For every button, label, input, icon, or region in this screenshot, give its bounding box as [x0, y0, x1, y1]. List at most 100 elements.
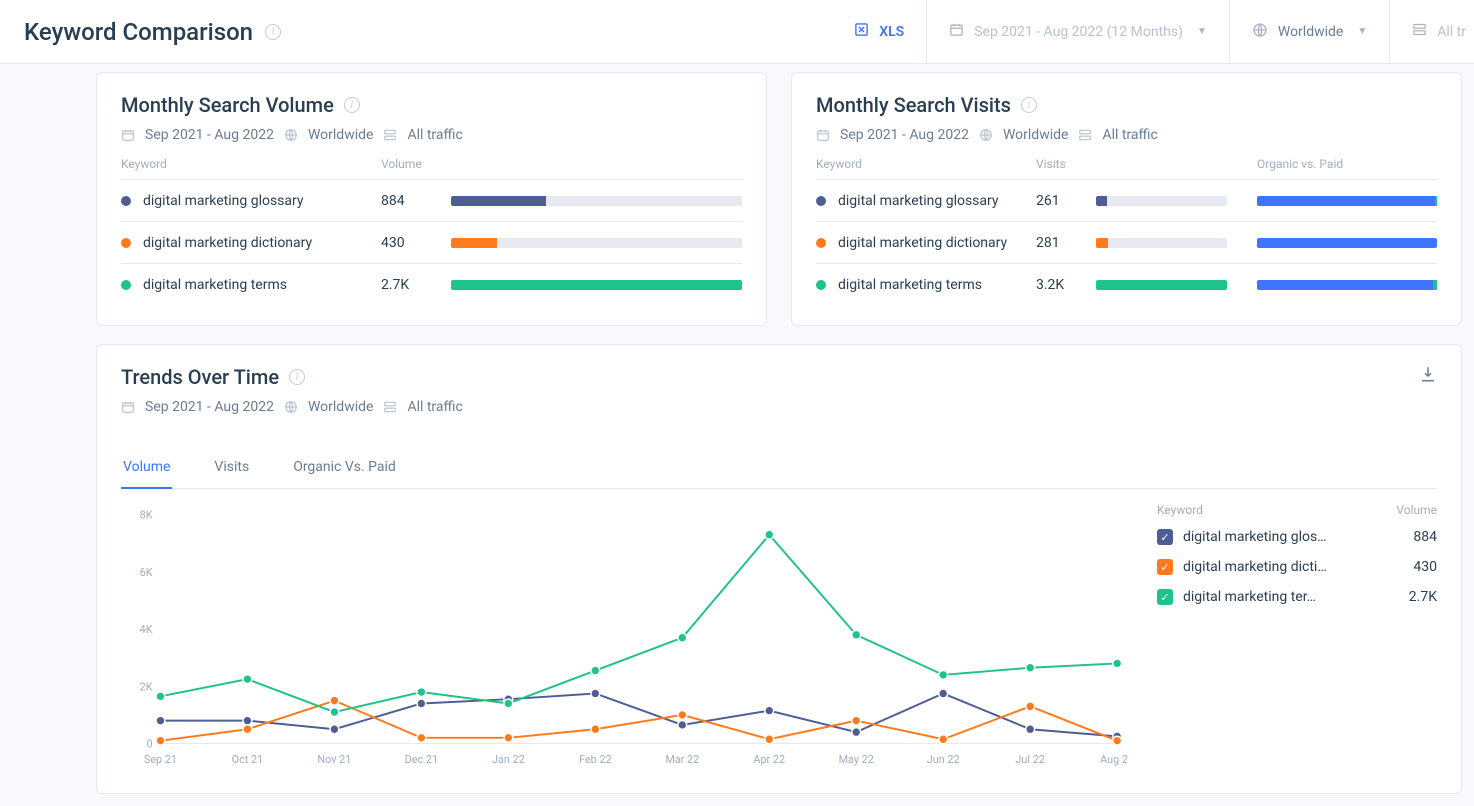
bar-cell	[1096, 280, 1227, 290]
legend-item[interactable]: ✓ digital marketing glos… 884	[1157, 529, 1437, 545]
globe-icon	[284, 128, 298, 142]
legend-item[interactable]: ✓ digital marketing ter… 2.7K	[1157, 589, 1437, 605]
keyword-cell: digital marketing terms	[816, 277, 1036, 293]
table-row: digital marketing dictionary 281	[816, 221, 1437, 263]
tab-volume[interactable]: Volume	[121, 447, 172, 489]
svg-text:4K: 4K	[140, 623, 153, 636]
value-cell: 430	[381, 235, 451, 251]
series-dot	[121, 238, 131, 248]
keyword-label: digital marketing dictionary	[838, 235, 1007, 251]
svg-text:2K: 2K	[140, 680, 153, 693]
table-row: digital marketing glossary 261	[816, 179, 1437, 221]
col-header-organic-paid: Organic vs. Paid	[1257, 157, 1437, 171]
tab-visits[interactable]: Visits	[212, 447, 251, 488]
value-cell: 261	[1036, 193, 1096, 209]
traffic-dropdown[interactable]: All tr	[1389, 0, 1474, 64]
svg-text:Nov 21: Nov 21	[317, 753, 351, 766]
info-icon[interactable]: i	[344, 97, 360, 113]
keyword-label: digital marketing glossary	[143, 193, 304, 209]
keyword-cell: digital marketing glossary	[816, 193, 1036, 209]
meta-date: Sep 2021 - Aug 2022	[840, 127, 969, 143]
table-row: digital marketing dictionary 430	[121, 221, 742, 263]
download-icon[interactable]	[1419, 365, 1437, 387]
globe-icon	[1252, 22, 1268, 42]
meta-traffic: All traffic	[407, 127, 462, 143]
organic-paid-cell	[1257, 280, 1437, 290]
traffic-icon	[383, 128, 397, 142]
keyword-cell: digital marketing terms	[121, 277, 381, 293]
svg-text:Sep 21: Sep 21	[144, 753, 177, 766]
keyword-label: digital marketing terms	[143, 277, 287, 293]
keyword-label: digital marketing glossary	[838, 193, 999, 209]
globe-icon	[979, 128, 993, 142]
legend-checkbox[interactable]: ✓	[1157, 589, 1173, 605]
meta-traffic: All traffic	[407, 399, 462, 415]
card-title: Monthly Search Visits	[816, 93, 1011, 117]
series-dot	[816, 238, 826, 248]
legend-label: digital marketing ter…	[1183, 589, 1399, 605]
series-dot	[816, 196, 826, 206]
calendar-icon	[949, 22, 964, 41]
traffic-icon	[1412, 22, 1427, 41]
export-xls-button[interactable]: XLS	[832, 0, 926, 64]
date-range-label: Sep 2021 - Aug 2022 (12 Months)	[974, 24, 1183, 40]
region-dropdown[interactable]: Worldwide ▼	[1229, 0, 1389, 64]
legend-value: 884	[1413, 529, 1437, 545]
bar-cell	[1096, 238, 1227, 248]
trends-line-chart: 02K4K6K8KSep 21Oct 21Nov 21Dec 21Jan 22F…	[121, 503, 1127, 773]
meta-region: Worldwide	[1003, 127, 1068, 143]
calendar-icon	[121, 400, 135, 414]
traffic-icon	[383, 400, 397, 414]
meta-date: Sep 2021 - Aug 2022	[145, 399, 274, 415]
table-row: digital marketing terms 3.2K	[816, 263, 1437, 305]
keyword-label: digital marketing terms	[838, 277, 982, 293]
trends-tabs: Volume Visits Organic Vs. Paid	[121, 447, 1437, 489]
svg-text:Oct 21: Oct 21	[232, 753, 264, 766]
globe-icon	[284, 400, 298, 414]
keyword-cell: digital marketing glossary	[121, 193, 381, 209]
svg-text:Dec 21: Dec 21	[405, 753, 438, 766]
date-range-dropdown[interactable]: Sep 2021 - Aug 2022 (12 Months) ▼	[926, 0, 1229, 64]
value-cell: 3.2K	[1036, 277, 1096, 293]
svg-text:8K: 8K	[140, 509, 153, 522]
info-icon[interactable]: i	[1021, 97, 1037, 113]
info-icon[interactable]: i	[289, 369, 305, 385]
card-meta: Sep 2021 - Aug 2022 Worldwide All traffi…	[121, 127, 742, 143]
region-label: Worldwide	[1278, 24, 1343, 40]
legend-item[interactable]: ✓ digital marketing dicti… 430	[1157, 559, 1437, 575]
traffic-label: All tr	[1437, 24, 1466, 40]
legend-checkbox[interactable]: ✓	[1157, 559, 1173, 575]
info-icon[interactable]: i	[265, 24, 281, 40]
legend-label: digital marketing dicti…	[1183, 559, 1403, 575]
chevron-down-icon: ▼	[1357, 26, 1367, 37]
svg-text:Jul 22: Jul 22	[1015, 753, 1044, 766]
keyword-cell: digital marketing dictionary	[816, 235, 1036, 251]
series-dot	[816, 280, 826, 290]
card-title: Monthly Search Volume	[121, 93, 334, 117]
keyword-label: digital marketing dictionary	[143, 235, 312, 251]
svg-text:6K: 6K	[140, 566, 153, 579]
legend-value: 2.7K	[1409, 589, 1437, 605]
legend-header-keyword: Keyword	[1157, 503, 1203, 517]
monthly-search-volume-card: Monthly Search Volume i Sep 2021 - Aug 2…	[96, 72, 767, 326]
series-dot	[121, 196, 131, 206]
meta-traffic: All traffic	[1102, 127, 1157, 143]
tab-organic-vs-paid[interactable]: Organic Vs. Paid	[291, 447, 398, 488]
legend-label: digital marketing glos…	[1183, 529, 1403, 545]
bar-cell	[451, 196, 742, 206]
bar-cell	[1096, 196, 1227, 206]
calendar-icon	[121, 128, 135, 142]
col-header-keyword: Keyword	[816, 157, 1036, 171]
legend-checkbox[interactable]: ✓	[1157, 529, 1173, 545]
xls-icon	[854, 22, 869, 41]
meta-date: Sep 2021 - Aug 2022	[145, 127, 274, 143]
meta-region: Worldwide	[308, 399, 373, 415]
svg-text:Jun 22: Jun 22	[927, 753, 960, 766]
legend-header-value: Volume	[1396, 503, 1437, 517]
table-header: Keyword Volume	[121, 157, 742, 179]
chart-legend: Keyword Volume ✓ digital marketing glos……	[1157, 503, 1437, 773]
col-header-keyword: Keyword	[121, 157, 381, 171]
svg-text:Aug 22: Aug 22	[1100, 753, 1127, 766]
series-dot	[121, 280, 131, 290]
meta-region: Worldwide	[308, 127, 373, 143]
